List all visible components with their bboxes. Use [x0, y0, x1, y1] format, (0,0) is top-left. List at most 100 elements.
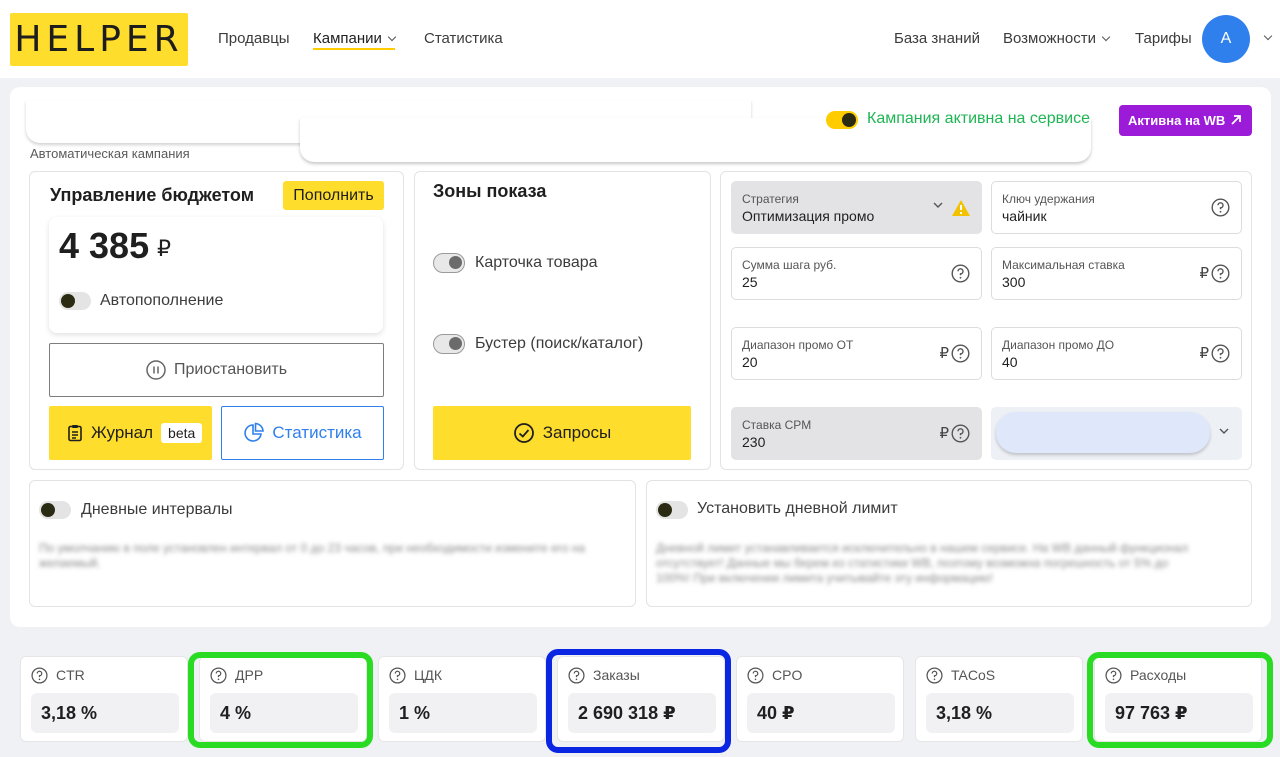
- metric-label: TACoS: [951, 667, 996, 683]
- booster-label: Бустер (поиск/каталог): [475, 335, 644, 352]
- highlight-drr: [188, 652, 373, 748]
- balance-value: 4 385: [59, 225, 150, 266]
- help-icon[interactable]: [31, 667, 48, 684]
- pie-chart-icon: [244, 422, 265, 442]
- metric-card-cpo: CPO 40 ₽: [736, 656, 904, 742]
- top-navigation-bar: HELPER Продавцы Кампании Статистика База…: [0, 0, 1280, 78]
- help-icon[interactable]: [1211, 344, 1230, 363]
- metric-value: 40 ₽: [757, 703, 795, 723]
- strategy-select[interactable]: Стратегия Оптимизация промо: [731, 181, 982, 234]
- helper-logo[interactable]: HELPER: [10, 13, 188, 66]
- retention-key-value: чайник: [1002, 208, 1047, 224]
- pause-label: Приостановить: [173, 361, 288, 378]
- daily-limit-label: Установить дневной лимит: [697, 500, 898, 517]
- daily-limit-description: Дневной лимит устанавливается исключител…: [656, 541, 1189, 585]
- campaign-active-toggle[interactable]: [826, 111, 858, 129]
- max-bid-value: 300: [1002, 274, 1026, 290]
- help-icon[interactable]: [951, 344, 970, 363]
- daily-limit-toggle[interactable]: [656, 501, 688, 519]
- daily-intervals-label: Дневные интервалы: [81, 501, 233, 518]
- strategy-label: Стратегия: [742, 192, 799, 206]
- arrow-up-right-icon: [1231, 115, 1241, 125]
- nav-campaigns[interactable]: Кампании: [313, 30, 397, 47]
- help-icon[interactable]: [1211, 198, 1230, 217]
- logo-text: HELPER: [14, 19, 184, 60]
- nav-features[interactable]: Возможности: [1003, 30, 1111, 47]
- cpm-bid-label: Ставка CPM: [742, 418, 812, 432]
- chevron-down-icon: [933, 202, 943, 208]
- nav-campaigns-label: Кампании: [313, 30, 382, 47]
- product-card-toggle[interactable]: [433, 253, 465, 273]
- campaign-type-label: Автоматическая кампания: [30, 146, 190, 161]
- highlight-expenses: [1087, 652, 1273, 748]
- statistics-label: Статистика: [272, 423, 362, 442]
- promo-to-label: Диапазон промо ДО: [1002, 338, 1115, 352]
- chevron-down-icon: [387, 32, 397, 42]
- help-icon[interactable]: [951, 424, 970, 443]
- nav-statistics[interactable]: Статистика: [424, 30, 503, 47]
- nav-tariffs[interactable]: Тарифы: [1135, 30, 1192, 47]
- cpm-bid-value: 230: [742, 434, 766, 450]
- nav-knowledge-base[interactable]: База знаний: [894, 30, 980, 47]
- promo-to-field[interactable]: Диапазон промо ДО 40 ₽: [991, 327, 1242, 380]
- metric-value: 3,18 %: [936, 703, 993, 723]
- metric-label: CTR: [56, 667, 85, 683]
- metric-label: ЦДК: [414, 667, 442, 683]
- nav-active-underline: [313, 48, 395, 50]
- ruble-sign: ₽: [1199, 345, 1209, 362]
- journal-label: Журнал: [91, 423, 154, 442]
- highlight-orders: [546, 649, 731, 753]
- help-icon[interactable]: [926, 667, 943, 684]
- statistics-button[interactable]: Статистика: [221, 406, 384, 460]
- pause-button[interactable]: Приостановить: [49, 343, 384, 397]
- avatar-chevron-down-icon[interactable]: [1263, 31, 1273, 41]
- chevron-down-icon: [1101, 32, 1111, 42]
- chevron-down-icon[interactable]: [1219, 428, 1229, 434]
- campaign-active-status: Кампания активна на сервисе: [867, 110, 1090, 127]
- user-avatar[interactable]: A: [1202, 15, 1250, 63]
- active-on-wb-label: Активна на WB: [1128, 113, 1226, 128]
- promo-to-value: 40: [1002, 354, 1018, 370]
- nav-sellers[interactable]: Продавцы: [218, 30, 290, 47]
- metric-value: 1 %: [399, 703, 431, 723]
- warning-icon: [952, 200, 970, 216]
- retention-key-label: Ключ удержания: [1002, 192, 1095, 206]
- cpm-bid-field[interactable]: Ставка CPM 230 ₽: [731, 407, 982, 460]
- metric-label: CPO: [772, 667, 803, 683]
- ruble-sign: ₽: [1199, 265, 1209, 282]
- promo-from-field[interactable]: Диапазон промо ОТ 20 ₽: [731, 327, 982, 380]
- ruble-sign: ₽: [939, 425, 949, 442]
- product-card-label: Карточка товара: [475, 254, 598, 271]
- metric-card-cdk: ЦДК 1 %: [378, 656, 546, 742]
- topup-button[interactable]: Пополнить: [283, 181, 384, 210]
- daily-intervals-description: По умолчанию в поле установлен интервал …: [39, 541, 586, 570]
- help-icon[interactable]: [389, 667, 406, 684]
- pause-icon: [146, 360, 166, 380]
- budget-title: Управление бюджетом: [50, 185, 255, 205]
- retention-key-field[interactable]: Ключ удержания чайник: [991, 181, 1242, 234]
- journal-button[interactable]: Журнал beta: [49, 406, 212, 460]
- metric-card-ctr: CTR 3,18 %: [20, 656, 188, 742]
- metric-card-tacos: TACoS 3,18 %: [915, 656, 1083, 742]
- daily-intervals-toggle[interactable]: [39, 501, 71, 519]
- clipboard-icon: [68, 425, 82, 442]
- help-icon[interactable]: [951, 264, 970, 283]
- max-bid-field[interactable]: Максимальная ставка 300 ₽: [991, 247, 1242, 300]
- promo-from-label: Диапазон промо ОТ: [742, 338, 854, 352]
- help-icon[interactable]: [1211, 264, 1230, 283]
- strategy-value: Оптимизация промо: [742, 208, 875, 224]
- booster-toggle[interactable]: [433, 334, 465, 354]
- autofill-toggle[interactable]: [59, 292, 91, 310]
- requests-label: Запросы: [542, 423, 612, 442]
- avatar-letter: A: [1220, 30, 1232, 47]
- nav-features-label: Возможности: [1003, 30, 1096, 47]
- ruble-sign: ₽: [939, 345, 949, 362]
- active-on-wb-button[interactable]: Активна на WB: [1119, 105, 1252, 136]
- zones-title: Зоны показа: [433, 181, 547, 201]
- help-icon[interactable]: [747, 667, 764, 684]
- metric-value: 3,18 %: [41, 703, 98, 723]
- step-sum-label: Сумма шага руб.: [742, 258, 837, 272]
- requests-button[interactable]: Запросы: [433, 406, 691, 460]
- step-sum-field[interactable]: Сумма шага руб. 25: [731, 247, 982, 300]
- beta-badge: beta: [161, 423, 203, 443]
